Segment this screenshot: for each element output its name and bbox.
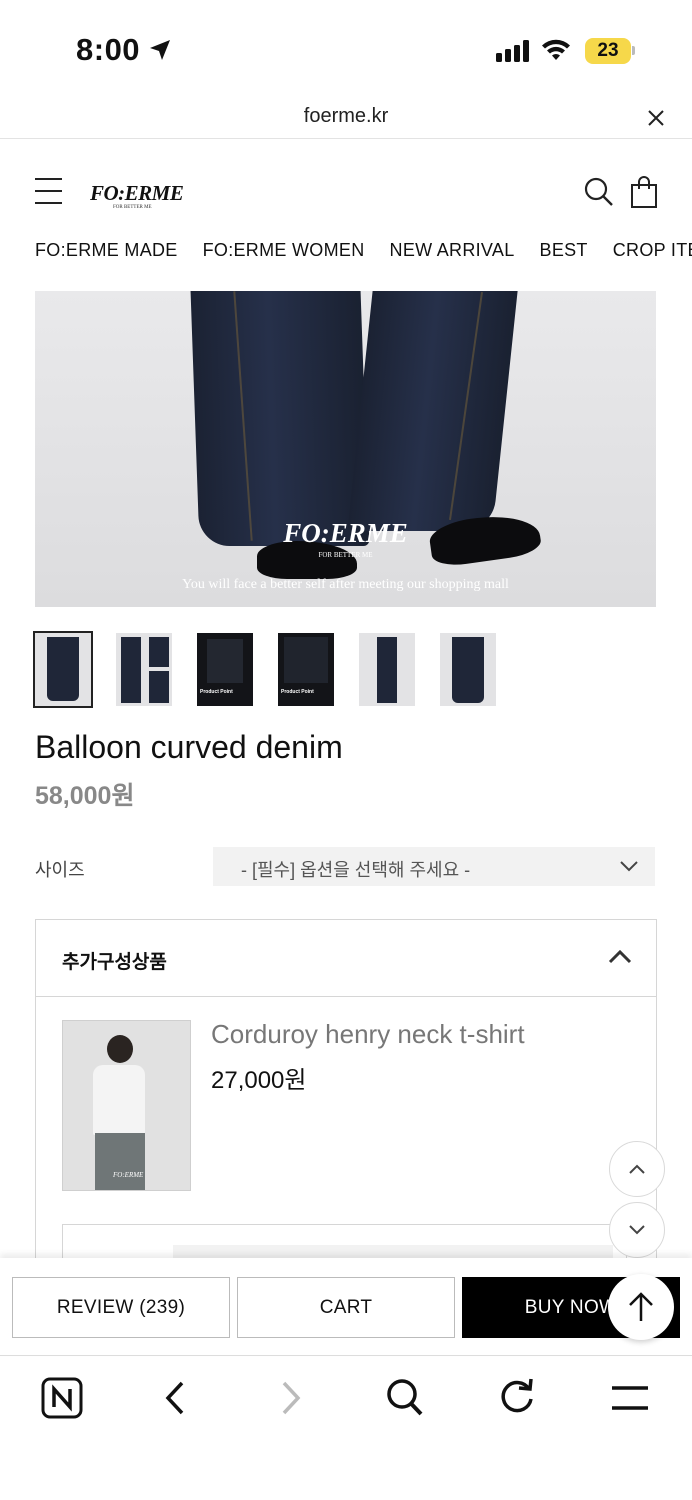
product-main-image[interactable]: FO:ERME FOR BETTER ME You will face a be…	[35, 291, 656, 607]
size-label: 사이즈	[35, 860, 85, 880]
denim-leg-left	[190, 291, 370, 546]
review-button[interactable]: REVIEW (239)	[12, 1277, 230, 1338]
size-select[interactable]: - [필수] 옵션을 선택해 주세요 -	[213, 847, 655, 886]
addon-product-price: 27,000원	[211, 1067, 307, 1094]
denim-leg-right	[347, 291, 518, 531]
refresh-icon[interactable]	[497, 1377, 537, 1417]
category-item[interactable]: NEW ARRIVAL	[390, 240, 515, 261]
product-price: 58,000원	[35, 782, 135, 810]
back-icon[interactable]	[162, 1380, 188, 1416]
chevron-up-icon[interactable]	[608, 949, 632, 965]
addon-image-logo: FO:ERME	[113, 1171, 144, 1179]
battery-cap	[632, 46, 635, 55]
search-icon[interactable]	[583, 176, 615, 208]
thumbnail-3[interactable]: Product Point	[197, 633, 253, 706]
chevron-down-icon	[620, 861, 638, 872]
scroll-down-button[interactable]	[609, 1202, 665, 1258]
wifi-icon	[542, 39, 570, 60]
site-logo-tagline: FOR BETTER ME	[113, 205, 152, 210]
arrow-up-icon	[629, 1292, 653, 1321]
addon-panel-header[interactable]: 추가구성상품	[36, 920, 656, 997]
naver-home-icon[interactable]	[41, 1377, 83, 1419]
category-nav: FO:ERME MADE FO:ERME WOMEN NEW ARRIVAL BEST…	[35, 240, 692, 261]
clock: 8:00	[76, 32, 141, 67]
addon-panel-title: 추가구성상품	[62, 952, 167, 973]
scroll-to-top-button[interactable]	[608, 1274, 674, 1340]
shopping-bag-icon[interactable]	[630, 176, 658, 209]
hero-caption: You will face a better self after meetin…	[182, 577, 509, 592]
size-select-value: - [필수] 옵션을 선택해 주세요 -	[241, 860, 471, 880]
menu-icon[interactable]	[35, 178, 62, 204]
location-arrow-icon	[150, 40, 170, 60]
category-item[interactable]: FO:ERME MADE	[35, 240, 178, 261]
product-title: Balloon curved denim	[35, 729, 343, 765]
site-logo[interactable]: FO:ERME	[90, 181, 184, 206]
purchase-action-bar: REVIEW (239) CART BUY NOW	[0, 1258, 692, 1356]
browser-url-bar[interactable]: foerme.kr	[0, 95, 692, 139]
thumbnail-2[interactable]	[116, 633, 172, 706]
url-text[interactable]: foerme.kr	[0, 105, 692, 128]
thumbnail-strip: Product Point Product Point	[33, 631, 496, 708]
cart-button[interactable]: CART	[237, 1277, 455, 1338]
addon-product-image[interactable]: FO:ERME	[62, 1020, 191, 1191]
thumbnail-6[interactable]	[440, 633, 496, 706]
scroll-up-button[interactable]	[609, 1141, 665, 1197]
category-item[interactable]: BEST	[540, 240, 588, 261]
category-item[interactable]: CROP ITEM	[613, 240, 692, 261]
hero-logo: FO:ERME	[283, 518, 408, 548]
thumbnail-4[interactable]: Product Point	[278, 633, 334, 706]
hero-logo-tagline: FOR BETTER ME	[318, 551, 373, 559]
thumbnail-label: Product Point	[200, 689, 233, 695]
chevron-up-icon	[629, 1164, 645, 1174]
battery-icon: 23	[585, 38, 631, 64]
status-bar: 8:00 23	[0, 0, 692, 95]
chevron-down-icon	[629, 1225, 645, 1235]
thumbnail-5[interactable]	[359, 633, 415, 706]
forward-icon[interactable]	[278, 1380, 304, 1416]
search-icon[interactable]	[385, 1377, 425, 1419]
browser-toolbar	[0, 1357, 692, 1500]
menu-icon[interactable]	[610, 1385, 650, 1411]
thumbnail-1[interactable]	[33, 631, 93, 708]
cellular-signal-icon	[496, 40, 529, 62]
addon-products-panel: 추가구성상품 FO:ERME Corduroy henry neck t-shi…	[35, 919, 657, 1284]
category-item[interactable]: FO:ERME WOMEN	[203, 240, 365, 261]
addon-product-name[interactable]: Corduroy henry neck t-shirt	[211, 1019, 525, 1050]
thumbnail-label: Product Point	[281, 689, 314, 695]
close-icon[interactable]	[646, 108, 666, 128]
